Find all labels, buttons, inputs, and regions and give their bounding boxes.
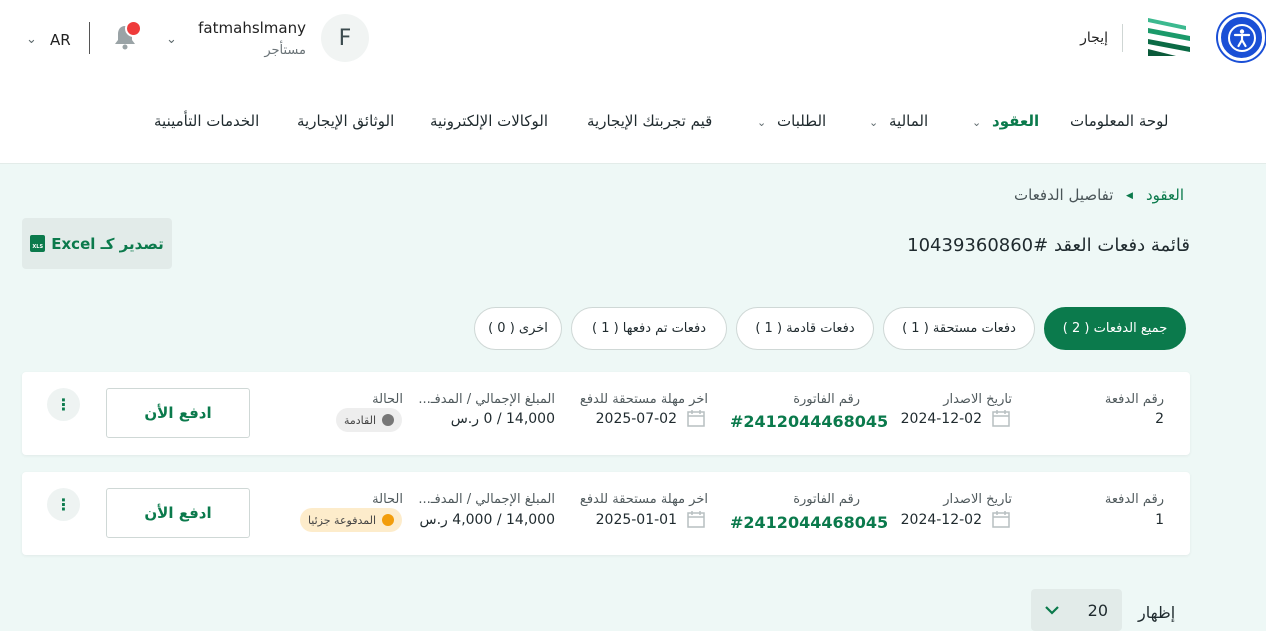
payment-card: رقم الدفعة 1 تاريخ الاصدار 2024-12-02 رق… [22,472,1190,555]
issue-date-label: تاريخ الاصدار [943,392,1012,407]
chevron-down-icon [1045,606,1059,615]
page-size-value: 20 [1087,600,1108,620]
filter-all-payments[interactable]: جميع الدفعات ( 2 ) [1044,307,1186,350]
invoice-number-label: رقم الفاتورة [793,392,860,407]
status-text: القادمة [343,413,376,427]
amount-value: 14,000 / 0 ر.س [450,411,555,427]
due-date: 2025-01-01 [595,512,677,528]
filter-paid-payments[interactable]: دفعات تم دفعها ( 1 ) [571,307,727,350]
due-date-label: اخر مهلة مستحقة للدفع [579,392,708,407]
nav-requests[interactable]: الطلبات [777,112,826,130]
accessibility-button[interactable] [1218,14,1265,61]
page-size-select[interactable]: 20 [1031,589,1122,631]
user-role: مستأجر [264,43,306,58]
ejar-logo [1146,16,1192,58]
nav-finance[interactable]: المالية [889,112,928,130]
issue-date-label: تاريخ الاصدار [943,492,1012,507]
language-selector[interactable]: AR [50,31,71,49]
notification-dot [125,20,142,37]
accessibility-icon [1227,23,1256,52]
export-excel-button[interactable]: XLS تصدير كـ Excel [22,218,172,269]
status-dot-icon [382,514,394,526]
status-label: الحالة [372,392,403,407]
payment-number: 1 [1155,512,1164,528]
breadcrumb-separator-icon: ◀ [1126,191,1133,201]
nav-requests-chevron-icon[interactable]: ⌄ [757,116,766,129]
page-size-label: إظهار [1138,603,1176,622]
nav-contracts[interactable]: العقود [992,112,1039,130]
excel-file-icon: XLS [30,235,46,252]
header-divider [1122,24,1123,52]
export-excel-label: تصدير كـ Excel [51,234,164,253]
user-name[interactable]: fatmahslmany [190,19,306,37]
nav-contracts-chevron-icon[interactable]: ⌄ [972,116,981,129]
more-options-icon[interactable]: ⋮ [47,488,80,521]
amount-value: 14,000 / 4,000 ر.س [419,512,555,528]
filter-due-payments[interactable]: دفعات مستحقة ( 1 ) [883,307,1035,350]
due-date-label: اخر مهلة مستحقة للدفع [579,492,708,507]
nav-e-agencies[interactable]: الوكالات الإلكترونية [430,112,548,130]
invoice-number-link[interactable]: #2412044468045 [730,513,888,532]
filter-upcoming-payments[interactable]: دفعات قادمة ( 1 ) [736,307,874,350]
filter-other-payments[interactable]: اخرى ( 0 ) [474,307,562,350]
breadcrumb-contracts[interactable]: العقود [1146,186,1184,204]
payment-number: 2 [1155,411,1164,427]
status-dot-icon [382,414,394,426]
nav-dashboard[interactable]: لوحة المعلومات [1070,112,1169,130]
issue-date: 2024-12-02 [900,411,982,427]
language-chevron-icon[interactable]: ⌄ [26,33,37,46]
avatar[interactable]: F [321,14,369,62]
breadcrumb-current: تفاصيل الدفعات [1014,186,1114,204]
nav-rental-documents[interactable]: الوثائق الإيجارية [297,112,394,130]
calendar-icon [992,410,1010,427]
calendar-icon [687,511,705,528]
payment-number-label: رقم الدفعة [1104,492,1164,507]
user-menu-chevron-icon[interactable]: ⌄ [166,33,177,46]
invoice-number-link[interactable]: #2412044468045 [730,412,888,431]
header-divider-2 [89,22,90,54]
pay-now-button[interactable]: ادفع الأن [106,388,250,438]
invoice-number-label: رقم الفاتورة [793,492,860,507]
status-badge: القادمة [335,408,402,432]
calendar-icon [687,410,705,427]
nav-rate-experience[interactable]: قيم تجربتك الإيجارية [587,112,712,130]
payment-number-label: رقم الدفعة [1104,392,1164,407]
brand-name: إيجار [1080,30,1108,46]
status-label: الحالة [372,492,403,507]
nav-finance-chevron-icon[interactable]: ⌄ [869,116,878,129]
page-title: قائمة دفعات العقد #10439360860 [907,235,1190,256]
more-options-icon[interactable]: ⋮ [47,388,80,421]
status-badge: المدفوعة جزئيا [299,508,402,532]
nav-insurance-services[interactable]: الخدمات التأمينية [154,112,259,130]
due-date: 2025-07-02 [595,411,677,427]
calendar-icon [992,511,1010,528]
amount-label: المبلغ الإجمالي / المدفـ... [418,392,555,407]
issue-date: 2024-12-02 [900,512,982,528]
amount-label: المبلغ الإجمالي / المدفـ... [418,492,555,507]
pay-now-button[interactable]: ادفع الأن [106,488,250,538]
payment-card: رقم الدفعة 2 تاريخ الاصدار 2024-12-02 رق… [22,372,1190,455]
status-text: المدفوعة جزئيا [307,513,376,527]
